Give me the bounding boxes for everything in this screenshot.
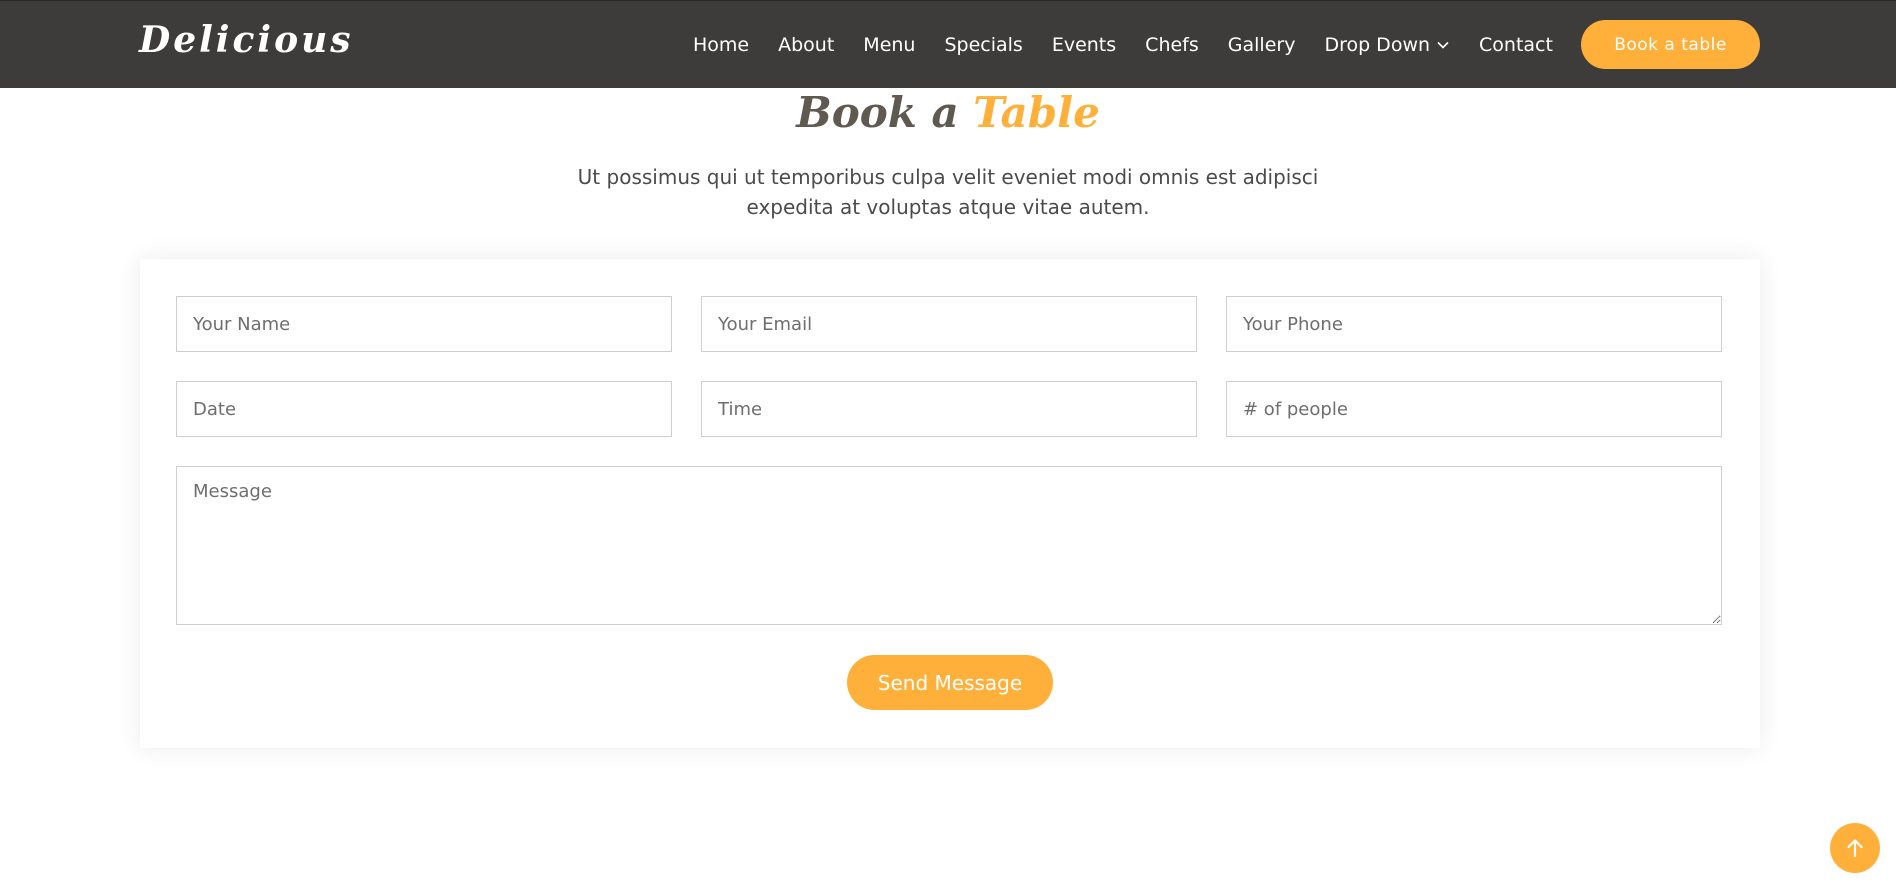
book-table-button[interactable]: Book a table xyxy=(1581,20,1760,69)
nav-item-label: Drop Down xyxy=(1324,34,1431,56)
chevron-down-icon xyxy=(1437,41,1449,49)
email-field[interactable] xyxy=(701,296,1197,352)
nav-item-label: Home xyxy=(693,34,750,56)
page-title: Book a Table xyxy=(0,88,1896,137)
nav-item-label: Chefs xyxy=(1145,34,1199,56)
arrow-up-icon xyxy=(1847,839,1863,858)
phone-field[interactable] xyxy=(1226,296,1722,352)
nav-item-contact[interactable]: Contact xyxy=(1479,34,1553,56)
title-text: Book a xyxy=(796,88,974,137)
nav-item-menu[interactable]: Menu xyxy=(863,34,915,56)
title-accent-text: Table xyxy=(973,88,1100,137)
time-field[interactable] xyxy=(701,381,1197,437)
nav-item-label: Events xyxy=(1051,34,1117,56)
message-field[interactable] xyxy=(176,466,1722,625)
nav-item-label: Gallery xyxy=(1227,34,1296,56)
nav-item-specials[interactable]: Specials xyxy=(944,34,1022,56)
nav-item-label: About xyxy=(778,34,835,56)
nav-item-label: Menu xyxy=(863,34,916,56)
main-nav: Home About Menu Specials Events Chefs Ga… xyxy=(678,1,1567,89)
nav-item-chefs[interactable]: Chefs xyxy=(1145,34,1199,56)
send-message-button[interactable]: Send Message xyxy=(847,655,1053,710)
nav-item-gallery[interactable]: Gallery xyxy=(1228,34,1296,56)
nav-item-label: Contact xyxy=(1479,34,1553,56)
date-field[interactable] xyxy=(176,381,672,437)
site-header: Delicious Home About Menu Specials Event… xyxy=(0,0,1896,88)
back-to-top-button[interactable] xyxy=(1830,823,1880,873)
booking-form: Send Message xyxy=(140,259,1760,748)
nav-item-dropdown[interactable]: Drop Down xyxy=(1324,34,1450,56)
nav-item-home[interactable]: Home xyxy=(693,34,749,56)
nav-item-about[interactable]: About xyxy=(778,34,834,56)
section-description: Ut possimus qui ut temporibus culpa veli… xyxy=(577,165,1319,219)
site-logo[interactable]: Delicious xyxy=(139,19,354,61)
people-count-field[interactable] xyxy=(1226,381,1722,437)
nav-item-events[interactable]: Events xyxy=(1052,34,1116,56)
name-field[interactable] xyxy=(176,296,672,352)
nav-item-label: Specials xyxy=(944,34,1023,56)
